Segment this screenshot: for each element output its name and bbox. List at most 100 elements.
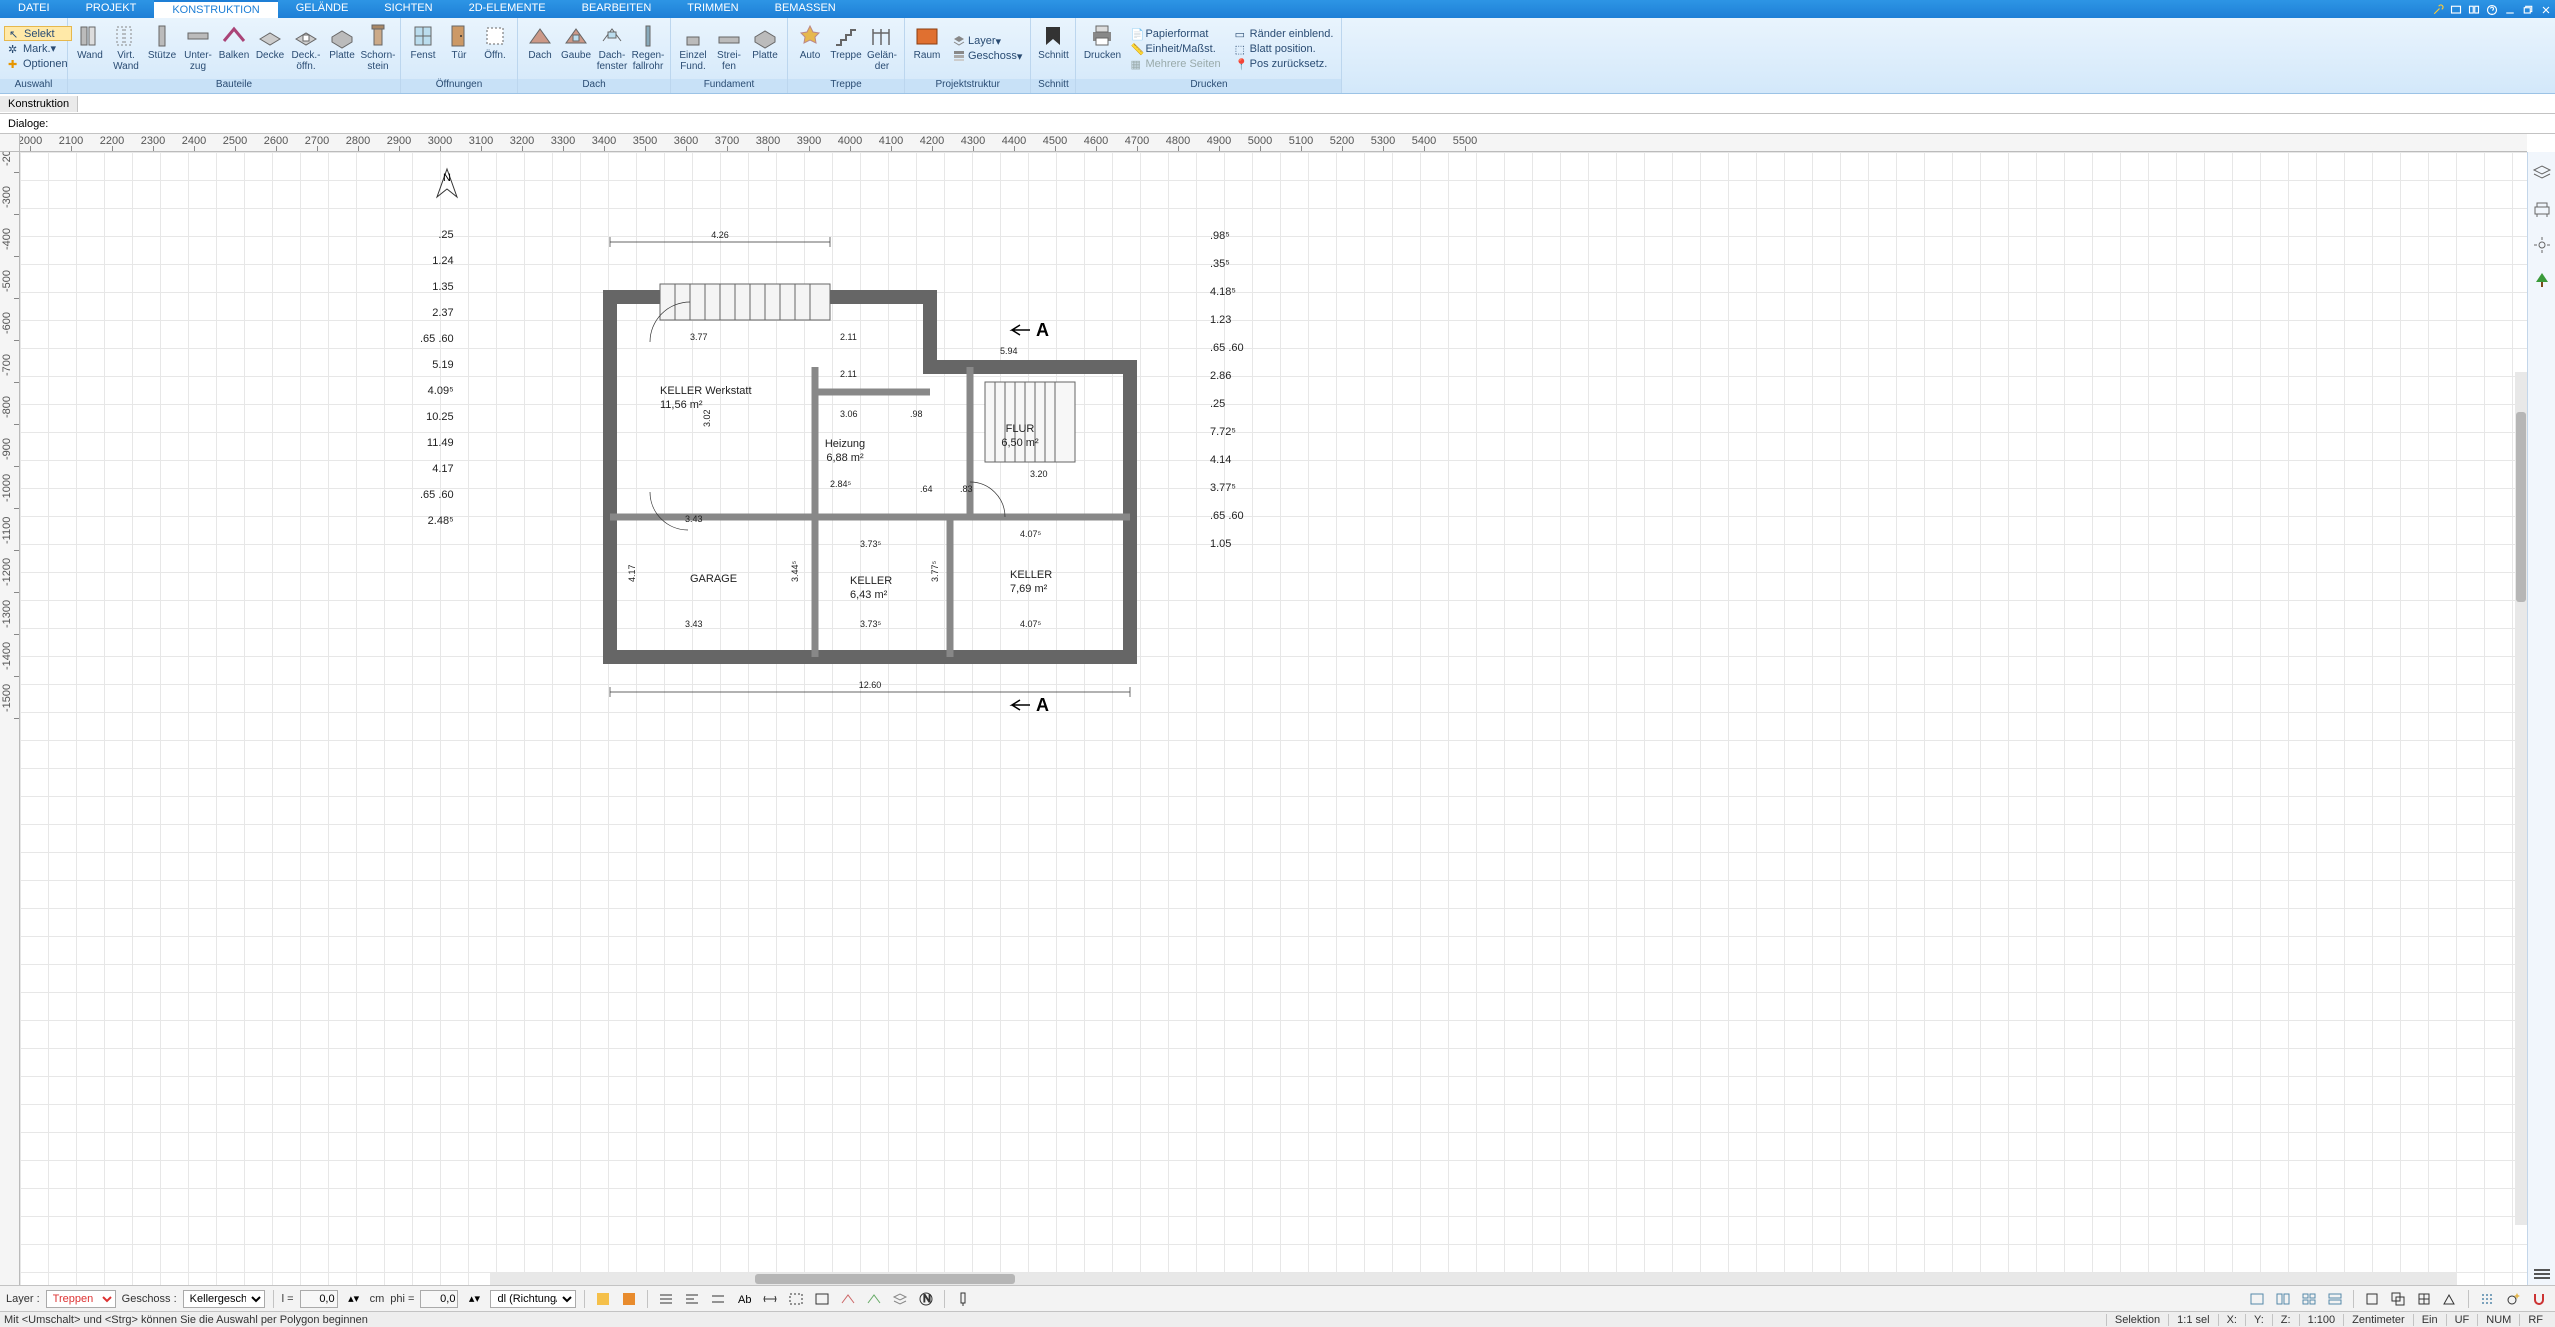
treppe-0-button[interactable]: Auto <box>792 20 828 61</box>
tree-icon[interactable] <box>2531 270 2553 292</box>
roof2-icon[interactable] <box>864 1289 884 1309</box>
papierformat-button[interactable]: 📄Papierformat <box>1126 26 1224 41</box>
mark-button[interactable]: ✲Mark.▾ <box>4 41 72 56</box>
selekt-button[interactable]: ↖Selekt <box>4 26 72 41</box>
circle-n-icon[interactable]: N <box>916 1289 936 1309</box>
layers-panel-icon[interactable] <box>2531 162 2553 184</box>
oeffnungen-1-button[interactable]: Tür <box>441 20 477 61</box>
app2-icon[interactable] <box>2466 2 2482 18</box>
box4-icon[interactable] <box>2440 1289 2460 1309</box>
tab-datei[interactable]: DATEI <box>0 0 68 18</box>
dach-3-button[interactable]: Regen- fallrohr <box>630 20 666 72</box>
l-input[interactable] <box>300 1290 338 1308</box>
tab-projekt[interactable]: PROJEKT <box>68 0 155 18</box>
drucken-button[interactable]: Drucken <box>1080 20 1124 61</box>
pos-reset-button[interactable]: 📍Pos zurücksetz. <box>1231 56 1338 71</box>
svg-text:.98: .98 <box>910 409 923 419</box>
bauteile-6-button[interactable]: Deck.- öffn. <box>288 20 324 72</box>
rect-solid-icon[interactable] <box>812 1289 832 1309</box>
layer-select[interactable]: Treppen <box>46 1290 116 1308</box>
close-icon[interactable] <box>2538 2 2554 18</box>
tab-bearbeiten[interactable]: BEARBEITEN <box>564 0 670 18</box>
tab-sichten[interactable]: SICHTEN <box>366 0 450 18</box>
drawing-canvas[interactable]: N <box>20 152 2527 1285</box>
bauteile-1-button[interactable]: Virt. Wand <box>108 20 144 72</box>
snap-color2-icon[interactable] <box>619 1289 639 1309</box>
view-tab-bar: Konstruktion <box>0 94 2555 114</box>
layer-stack-icon[interactable] <box>890 1289 910 1309</box>
tab-gelaende[interactable]: GELÄNDE <box>278 0 367 18</box>
view1-icon[interactable] <box>2247 1289 2267 1309</box>
dim-arrow-icon[interactable] <box>760 1289 780 1309</box>
rect-dashed-icon[interactable] <box>786 1289 806 1309</box>
vertical-scrollbar[interactable] <box>2515 372 2527 1225</box>
l-spinner[interactable]: ▴▾ <box>344 1289 364 1309</box>
minimize-icon[interactable] <box>2502 2 2518 18</box>
roof-icon[interactable] <box>838 1289 858 1309</box>
lines2-icon[interactable] <box>682 1289 702 1309</box>
oeffnungen-2-button[interactable]: Öffn. <box>477 20 513 61</box>
layer-dropdown[interactable]: Layer ▾ <box>949 34 1026 49</box>
dach-0-button[interactable]: Dach <box>522 20 558 61</box>
bauteile-8-button[interactable]: Schorn- stein <box>360 20 396 72</box>
tools-icon[interactable] <box>2430 2 2446 18</box>
focus-icon[interactable] <box>2531 234 2553 256</box>
fundament-1-button[interactable]: Strei- fen <box>711 20 747 72</box>
lines3-icon[interactable] <box>708 1289 728 1309</box>
treppe-2-button[interactable]: Gelän- der <box>864 20 900 72</box>
raender-button[interactable]: ▭Ränder einblend. <box>1231 26 1338 41</box>
box1-icon[interactable] <box>2362 1289 2382 1309</box>
fundament-0-button[interactable]: Einzel Fund. <box>675 20 711 72</box>
treppe-1-button[interactable]: Treppe <box>828 20 864 61</box>
status-uf: UF <box>2446 1314 2478 1326</box>
phi-input[interactable] <box>420 1290 458 1308</box>
magnet-icon[interactable] <box>2529 1289 2549 1309</box>
restore-icon[interactable] <box>2520 2 2536 18</box>
lines1-icon[interactable] <box>656 1289 676 1309</box>
tab-bemassen[interactable]: BEMASSEN <box>757 0 854 18</box>
schnitt-0-button[interactable]: Schnitt <box>1035 20 1071 61</box>
view2-icon[interactable] <box>2273 1289 2293 1309</box>
dach-2-button[interactable]: Dach- fenster <box>594 20 630 72</box>
dach-1-button[interactable]: Gaube <box>558 20 594 61</box>
direction-select[interactable]: dl (Richtung/Di <box>490 1290 576 1308</box>
info-pin-icon[interactable] <box>953 1289 973 1309</box>
furniture-icon[interactable] <box>2531 198 2553 220</box>
ribbon: ↖Selekt ✲Mark.▾ ✚Optionen Auswahl WandVi… <box>0 18 2555 94</box>
group-label-oeffnungen: Öffnungen <box>401 79 517 93</box>
view4-icon[interactable] <box>2325 1289 2345 1309</box>
text-label-icon[interactable]: Abc <box>734 1289 754 1309</box>
help-icon[interactable] <box>2484 2 2500 18</box>
optionen-button[interactable]: ✚Optionen <box>4 56 72 71</box>
bauteile-7-button[interactable]: Platte <box>324 20 360 61</box>
bauteile-0-button[interactable]: Wand <box>72 20 108 61</box>
view-tab-konstruktion[interactable]: Konstruktion <box>0 96 78 112</box>
snap-color1-icon[interactable] <box>593 1289 613 1309</box>
svg-text:3.77⁵: 3.77⁵ <box>930 560 940 582</box>
bauteile-5-button[interactable]: Decke <box>252 20 288 61</box>
target-sparkle-icon[interactable] <box>2503 1289 2523 1309</box>
raum-button[interactable]: Raum <box>909 20 945 61</box>
app1-icon[interactable] <box>2448 2 2464 18</box>
tab-2d-elemente[interactable]: 2D-ELEMENTE <box>451 0 564 18</box>
tab-trimmen[interactable]: TRIMMEN <box>669 0 756 18</box>
grid-dots-icon[interactable] <box>2477 1289 2497 1309</box>
status-y: Y: <box>2245 1314 2272 1326</box>
blatt-position-button[interactable]: ⬚Blatt position. <box>1231 41 1338 56</box>
view3-icon[interactable] <box>2299 1289 2319 1309</box>
tab-konstruktion[interactable]: KONSTRUKTION <box>154 0 277 18</box>
fundament-2-button[interactable]: Platte <box>747 20 783 61</box>
einheit-button[interactable]: 📏Einheit/Maßst. <box>1126 41 1224 56</box>
geschoss-dropdown[interactable]: Geschoss ▾ <box>949 49 1026 64</box>
box2-icon[interactable] <box>2388 1289 2408 1309</box>
horizontal-scrollbar[interactable] <box>490 1273 2457 1285</box>
bauteile-3-button[interactable]: Unter- zug <box>180 20 216 72</box>
box3-icon[interactable] <box>2414 1289 2434 1309</box>
phi-spinner[interactable]: ▴▾ <box>464 1289 484 1309</box>
geschoss-select[interactable]: Kellergesch <box>183 1290 265 1308</box>
drag-handle-icon[interactable] <box>2531 1263 2553 1285</box>
oeffnungen-0-button[interactable]: Fenst <box>405 20 441 61</box>
bauteile-4-button[interactable]: Balken <box>216 20 252 61</box>
mehrere-seiten-button[interactable]: ▦Mehrere Seiten <box>1126 56 1224 71</box>
bauteile-2-button[interactable]: Stütze <box>144 20 180 61</box>
